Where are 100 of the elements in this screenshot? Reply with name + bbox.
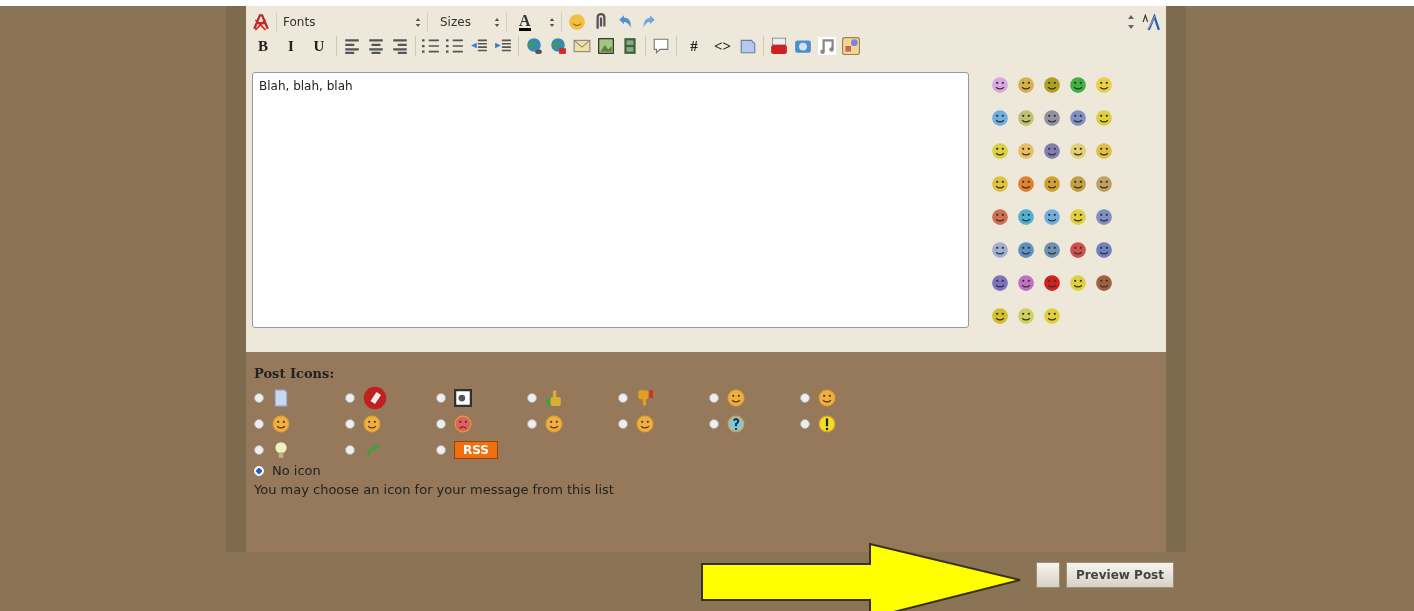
radio-button[interactable] bbox=[527, 393, 537, 403]
smiley-icon[interactable] bbox=[1043, 307, 1061, 325]
smiley-icon bbox=[636, 415, 654, 433]
smiley-icon[interactable] bbox=[1069, 208, 1087, 226]
radio-label: No icon bbox=[272, 463, 321, 478]
spinner-arrows-icon bbox=[494, 16, 500, 28]
submit-button[interactable] bbox=[1035, 562, 1060, 588]
document-icon[interactable] bbox=[739, 37, 757, 55]
smiley-icon[interactable] bbox=[1095, 175, 1113, 193]
smiley-icon[interactable] bbox=[1043, 175, 1061, 193]
radio-button[interactable] bbox=[254, 393, 264, 403]
radio-button[interactable] bbox=[436, 445, 446, 455]
toolbar-button[interactable]: B bbox=[252, 37, 274, 55]
envelope-icon[interactable] bbox=[573, 37, 591, 55]
smiley-icon bbox=[454, 415, 472, 433]
radio-button[interactable] bbox=[527, 419, 537, 429]
smiley-icon[interactable] bbox=[1095, 109, 1113, 127]
text-color-dropdown[interactable]: A bbox=[513, 12, 562, 32]
align-left-icon[interactable] bbox=[343, 37, 361, 55]
smiley-icon[interactable] bbox=[1069, 76, 1087, 94]
smiley-icon bbox=[272, 415, 290, 433]
toolbar-button[interactable]: # bbox=[683, 37, 705, 55]
question-mark-icon bbox=[727, 415, 745, 433]
smiley-icon[interactable] bbox=[1017, 109, 1035, 127]
smiley-icon[interactable] bbox=[991, 307, 1009, 325]
radio-button[interactable] bbox=[345, 419, 355, 429]
radio-button[interactable] bbox=[254, 445, 264, 455]
ordered-list-icon[interactable] bbox=[422, 37, 440, 55]
smiley-icon[interactable] bbox=[1043, 241, 1061, 259]
align-right-icon[interactable] bbox=[391, 37, 409, 55]
smiley-icon[interactable] bbox=[1095, 241, 1113, 259]
radio-button[interactable] bbox=[800, 393, 810, 403]
smiley-icon bbox=[363, 415, 381, 433]
curved-arrow-icon bbox=[363, 441, 381, 459]
picture-icon[interactable] bbox=[597, 37, 615, 55]
font-size-icon[interactable] bbox=[1142, 13, 1160, 31]
smiley-icon[interactable] bbox=[1017, 241, 1035, 259]
video-icon[interactable] bbox=[770, 37, 788, 55]
globe-icon[interactable] bbox=[525, 37, 543, 55]
smiley-icon[interactable] bbox=[1017, 274, 1035, 292]
exclamation-mark-icon bbox=[818, 415, 836, 433]
smiley-icon[interactable] bbox=[1069, 109, 1087, 127]
bullet-list-icon[interactable] bbox=[446, 37, 464, 55]
radio-button[interactable] bbox=[345, 393, 355, 403]
toolbar-button[interactable]: I bbox=[280, 37, 302, 55]
smiley-icon[interactable] bbox=[1069, 241, 1087, 259]
smiley-icon[interactable] bbox=[991, 208, 1009, 226]
section-title: Post Icons: bbox=[254, 366, 336, 381]
smiley-icon[interactable] bbox=[991, 175, 1009, 193]
radio-button[interactable] bbox=[618, 419, 628, 429]
smiley-icon[interactable] bbox=[1043, 109, 1061, 127]
message-text-area[interactable]: Blah, blah, blah bbox=[252, 72, 969, 328]
radio-button[interactable] bbox=[800, 419, 810, 429]
smiley-icon[interactable] bbox=[1095, 142, 1113, 160]
globe-icon[interactable] bbox=[549, 37, 567, 55]
smiley-icon[interactable] bbox=[991, 241, 1009, 259]
smiley-icon[interactable] bbox=[991, 274, 1009, 292]
smiley-icon[interactable] bbox=[991, 142, 1009, 160]
smiley-icon[interactable] bbox=[1043, 142, 1061, 160]
smiley-icon[interactable] bbox=[1095, 274, 1113, 292]
preview-post-button[interactable]: Preview Post bbox=[1065, 562, 1174, 588]
smiley-icon[interactable] bbox=[1017, 208, 1035, 226]
page-icon bbox=[272, 389, 290, 407]
thumbs-up-icon bbox=[545, 389, 563, 407]
radio-button[interactable] bbox=[436, 419, 446, 429]
smiley-icon[interactable] bbox=[1069, 274, 1087, 292]
smiley-icon[interactable] bbox=[1017, 142, 1035, 160]
smiley-icon[interactable] bbox=[1095, 76, 1113, 94]
smiley-icon[interactable] bbox=[1069, 175, 1087, 193]
radio-button[interactable] bbox=[709, 419, 719, 429]
font-icon[interactable] bbox=[252, 13, 270, 31]
speech-bubble-icon[interactable] bbox=[652, 37, 670, 55]
smiley-icon[interactable] bbox=[991, 109, 1009, 127]
smiley-icon[interactable] bbox=[1017, 307, 1035, 325]
smiley-icon[interactable] bbox=[1017, 175, 1035, 193]
smiley-icon[interactable] bbox=[1043, 274, 1061, 292]
smiley-icon[interactable] bbox=[991, 76, 1009, 94]
radio-button[interactable] bbox=[345, 445, 355, 455]
film-icon[interactable] bbox=[621, 37, 639, 55]
light-bulb-icon bbox=[272, 441, 290, 459]
dropdown[interactable]: Fonts bbox=[276, 12, 428, 32]
music-note-icon[interactable] bbox=[818, 37, 836, 55]
toolbar-button[interactable]: <> bbox=[711, 37, 733, 55]
radio-button[interactable] bbox=[618, 393, 628, 403]
smiley-icon[interactable] bbox=[1095, 208, 1113, 226]
smiley-icon[interactable] bbox=[1017, 76, 1035, 94]
gallery-icon[interactable] bbox=[842, 37, 860, 55]
smiley-icon bbox=[818, 389, 836, 407]
align-center-icon[interactable] bbox=[367, 37, 385, 55]
radio-button[interactable] bbox=[254, 419, 264, 429]
resize-arrows-icon[interactable] bbox=[1126, 13, 1136, 31]
camera-icon[interactable] bbox=[794, 37, 812, 55]
radio-button[interactable] bbox=[436, 393, 446, 403]
dropdown[interactable]: Sizes bbox=[434, 12, 507, 32]
radio-button[interactable] bbox=[709, 393, 719, 403]
toolbar-button[interactable]: U bbox=[308, 37, 330, 55]
smiley-icon[interactable] bbox=[1043, 208, 1061, 226]
smiley-icon[interactable] bbox=[1069, 142, 1087, 160]
rss-badge: RSS bbox=[454, 441, 498, 459]
smiley-icon[interactable] bbox=[1043, 76, 1061, 94]
